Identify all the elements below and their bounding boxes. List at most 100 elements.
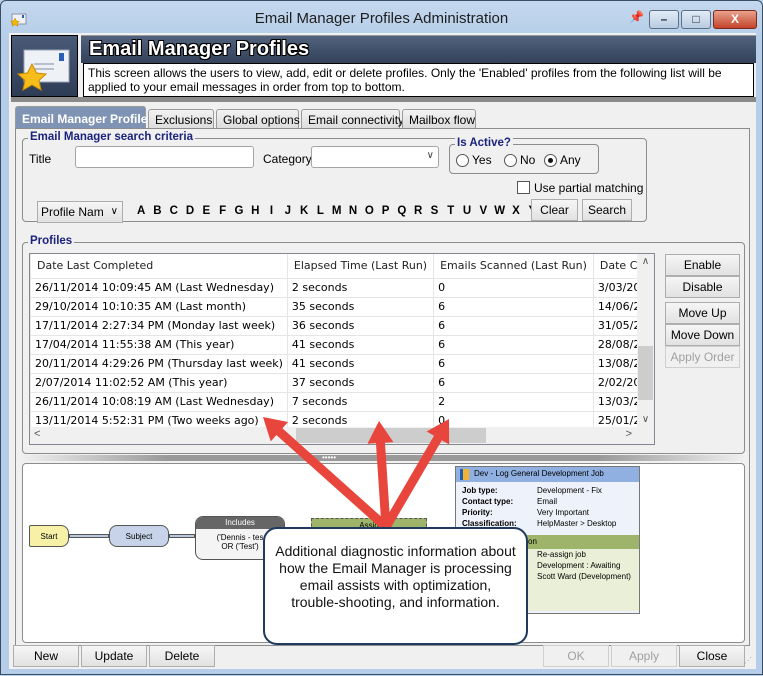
cell-elapsed-time: 36 seconds bbox=[287, 316, 435, 336]
maximize-button[interactable]: □ bbox=[681, 10, 711, 29]
letter-b[interactable]: B bbox=[149, 205, 165, 217]
horizontal-scroll-thumb[interactable] bbox=[296, 428, 486, 443]
cell-elapsed-time: 7 seconds bbox=[287, 392, 435, 412]
vertical-scroll-thumb[interactable] bbox=[638, 346, 653, 400]
table-row[interactable]: 26/11/2014 10:08:19 AM (Last Wednesday) 7… bbox=[30, 392, 654, 412]
letter-n[interactable]: N bbox=[345, 205, 361, 217]
tab-email-connectivity[interactable]: Email connectivity bbox=[301, 109, 404, 129]
new-button[interactable]: New bbox=[13, 645, 79, 667]
resize-grip-icon[interactable]: ⋰ bbox=[744, 656, 752, 665]
tab-mailbox-flow[interactable]: Mailbox flow bbox=[402, 109, 476, 129]
scroll-right-icon[interactable]: > bbox=[626, 428, 632, 440]
delete-button[interactable]: Delete bbox=[149, 645, 215, 667]
letter-m[interactable]: M bbox=[329, 205, 345, 217]
chevron-down-icon: ∨ bbox=[426, 150, 434, 161]
scroll-down-icon[interactable]: ∨ bbox=[637, 414, 654, 425]
splitter-handle[interactable]: ••••• bbox=[22, 453, 745, 462]
letter-l[interactable]: L bbox=[312, 205, 328, 217]
letter-g[interactable]: G bbox=[231, 205, 247, 217]
title-label: Title bbox=[29, 152, 52, 166]
minimize-button[interactable]: – bbox=[649, 10, 679, 29]
cell-emails-scanned: 6 bbox=[433, 373, 594, 393]
scroll-up-icon[interactable]: ∧ bbox=[637, 256, 654, 267]
table-row[interactable]: 17/04/2014 11:55:38 AM (This year) 41 sec… bbox=[30, 335, 654, 355]
card-field-value: Development : Awaiting bbox=[537, 561, 621, 570]
letter-f[interactable]: F bbox=[214, 205, 230, 217]
close-window-button[interactable]: X bbox=[713, 10, 757, 29]
table-row[interactable]: 26/11/2014 10:09:45 AM (Last Wednesday) 2… bbox=[30, 278, 654, 298]
letter-c[interactable]: C bbox=[166, 205, 182, 217]
move-down-button[interactable]: Move Down bbox=[665, 324, 740, 346]
radio-yes-circle[interactable] bbox=[456, 153, 469, 167]
apply-order-button[interactable]: Apply Order bbox=[665, 346, 740, 368]
clear-button[interactable]: Clear bbox=[531, 199, 578, 221]
letter-k[interactable]: K bbox=[296, 205, 312, 217]
letter-j[interactable]: J bbox=[280, 205, 296, 217]
disable-button[interactable]: Disable bbox=[665, 276, 740, 298]
card-field-value: Email bbox=[537, 497, 558, 506]
table-row[interactable]: 29/10/2014 10:10:35 AM (Last month) 35 se… bbox=[30, 297, 654, 317]
is-active-group: Is Active? Yes No Any bbox=[449, 137, 599, 174]
letter-q[interactable]: Q bbox=[394, 205, 410, 217]
letter-p[interactable]: P bbox=[377, 205, 393, 217]
letter-a[interactable]: A bbox=[133, 205, 149, 217]
card-title: Dev - Log General Development Job bbox=[474, 469, 604, 478]
close-button[interactable]: Close bbox=[679, 645, 745, 667]
cell-elapsed-time: 2 seconds bbox=[287, 278, 435, 298]
letter-x[interactable]: X bbox=[508, 205, 524, 217]
table-row[interactable]: 2/07/2014 11:02:52 AM (This year) 37 seco… bbox=[30, 373, 654, 393]
tab-exclusions[interactable]: Exclusions bbox=[148, 109, 214, 129]
horizontal-scrollbar[interactable]: < > bbox=[30, 427, 654, 444]
letter-v[interactable]: V bbox=[475, 205, 491, 217]
letter-e[interactable]: E bbox=[198, 205, 214, 217]
field-select-value: Profile Nam bbox=[41, 205, 104, 219]
radio-no-circle[interactable] bbox=[504, 153, 517, 167]
chevron-down-icon: ∨ bbox=[110, 206, 118, 217]
title-input[interactable] bbox=[75, 146, 254, 168]
ok-button[interactable]: OK bbox=[543, 645, 609, 667]
apply-button[interactable]: Apply bbox=[611, 645, 677, 667]
table-row[interactable]: 17/11/2014 2:27:34 PM (Monday last week)… bbox=[30, 316, 654, 336]
card-field-value: Scott Ward (Development) bbox=[537, 572, 631, 581]
letter-w[interactable]: W bbox=[492, 205, 508, 217]
field-select[interactable]: Profile Nam ∨ bbox=[37, 201, 123, 223]
tab-global-options[interactable]: Global options bbox=[216, 109, 300, 129]
tab-email-manager-profiles[interactable]: Email Manager Profiles bbox=[15, 106, 154, 129]
alphabet-filter: A B C D E F G H I J K L M N O P Q R S T … bbox=[133, 205, 557, 217]
letter-s[interactable]: S bbox=[426, 205, 442, 217]
radio-yes[interactable]: Yes bbox=[456, 153, 492, 167]
cell-elapsed-time: 41 seconds bbox=[287, 354, 435, 374]
letter-r[interactable]: R bbox=[410, 205, 426, 217]
column-header-emails-scanned[interactable]: Emails Scanned (Last Run) bbox=[433, 254, 594, 279]
profiles-group: Profiles Date Last Completed Elapsed Tim… bbox=[22, 235, 745, 454]
letter-i[interactable]: I bbox=[263, 205, 279, 217]
partial-matching-label: Use partial matching bbox=[534, 181, 644, 195]
scroll-left-icon[interactable]: < bbox=[34, 428, 40, 440]
radio-any-circle[interactable] bbox=[544, 153, 557, 167]
column-header-date-last-completed[interactable]: Date Last Completed bbox=[30, 254, 288, 279]
update-button[interactable]: Update bbox=[81, 645, 147, 667]
diagram-connector bbox=[169, 534, 195, 538]
column-header-elapsed-time[interactable]: Elapsed Time (Last Run) bbox=[287, 254, 435, 279]
cell-date-last-completed: 17/04/2014 11:55:38 AM (This year) bbox=[30, 335, 288, 355]
category-select[interactable]: ∨ bbox=[311, 146, 439, 168]
close-icon: X bbox=[730, 12, 739, 26]
radio-any[interactable]: Any bbox=[544, 153, 581, 167]
letter-t[interactable]: T bbox=[443, 205, 459, 217]
minimize-icon: – bbox=[660, 12, 668, 26]
cell-date-last-completed: 20/11/2014 4:29:26 PM (Thursday last wee… bbox=[30, 354, 288, 374]
search-button[interactable]: Search bbox=[582, 199, 632, 221]
profiles-grid[interactable]: Date Last Completed Elapsed Time (Last R… bbox=[29, 253, 655, 445]
partial-matching-checkbox[interactable] bbox=[517, 181, 530, 194]
radio-no[interactable]: No bbox=[504, 153, 535, 167]
vertical-scrollbar[interactable]: ∧ ∨ bbox=[637, 254, 654, 429]
letter-d[interactable]: D bbox=[182, 205, 198, 217]
letter-h[interactable]: H bbox=[247, 205, 263, 217]
grip-icon: ••••• bbox=[322, 453, 337, 462]
enable-button[interactable]: Enable bbox=[665, 254, 740, 276]
letter-u[interactable]: U bbox=[459, 205, 475, 217]
pin-icon[interactable]: 📌 bbox=[629, 10, 644, 24]
move-up-button[interactable]: Move Up bbox=[665, 302, 740, 324]
letter-o[interactable]: O bbox=[361, 205, 377, 217]
table-row[interactable]: 20/11/2014 4:29:26 PM (Thursday last wee… bbox=[30, 354, 654, 374]
